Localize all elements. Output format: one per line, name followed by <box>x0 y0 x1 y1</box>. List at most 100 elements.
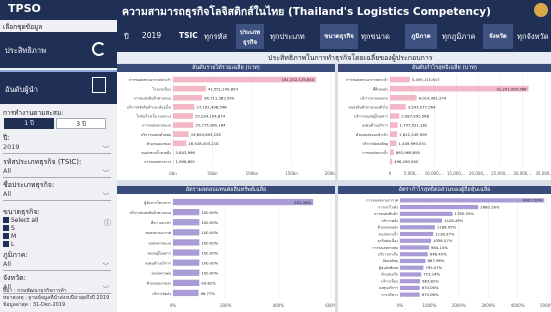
bar <box>400 245 429 250</box>
bar <box>173 149 174 156</box>
region-select-value: All <box>3 260 12 268</box>
checkbox-icon <box>3 233 9 239</box>
bar <box>390 113 400 119</box>
data-label: 27,102,498,546 <box>196 105 227 110</box>
bar <box>173 122 194 128</box>
category-label: ลงทุนด้านบริการ <box>145 261 171 267</box>
category-label: การขนส่งสินค้าทางถนน <box>134 95 172 100</box>
data-label: 99.82% <box>201 281 216 286</box>
filter-size-value: ทุกขนาด <box>361 32 390 41</box>
category-label: ที่ขา และเช่า <box>151 220 171 225</box>
axis-tick-label: 25,000,... <box>491 171 510 176</box>
category-label: จัดส่งพัสดุ <box>383 259 399 264</box>
logo[interactable]: TPSO <box>8 2 42 17</box>
info-icon[interactable]: ⓘ <box>104 218 111 228</box>
bar <box>400 279 421 284</box>
chevron-down-icon: ﹀ <box>102 145 110 153</box>
bar <box>173 229 200 236</box>
data-label: 100.00% <box>201 220 218 225</box>
data-label: 1,449,999,051 <box>398 141 426 146</box>
data-label: 946.45% <box>430 251 447 256</box>
bar <box>400 238 432 243</box>
filter-region-value: ทุกภูมิภาค <box>442 32 476 41</box>
sidebar-item-efficiency[interactable]: ประสิทธิภาพ <box>0 32 117 68</box>
business-type-select[interactable]: All ﹀ <box>3 190 111 201</box>
data-label: 19,894,693,292 <box>191 132 222 137</box>
bar <box>173 289 199 297</box>
category-label: ขนส่งสินค้าทางถนนทั่วไป <box>348 105 388 110</box>
data-label: 532.26% <box>294 200 311 205</box>
size-option-s[interactable]: S <box>3 225 15 233</box>
data-label: 4907.59% <box>523 198 543 203</box>
size-option-label: L <box>11 241 15 248</box>
data-label: 1,996,800 <box>176 159 196 164</box>
sidebar-item-leader-ranking[interactable]: อันดับผู้นำ <box>0 70 117 104</box>
data-label: 1128.97% <box>435 231 455 236</box>
axis-tick-label: 1000% <box>422 303 436 308</box>
bar <box>173 249 200 256</box>
size-option-m[interactable]: M <box>3 233 16 241</box>
filter-size-key: ขนาดธุรกิจ <box>320 24 358 49</box>
data-label: 96.77% <box>200 291 215 296</box>
axis-tick-label: 100bn <box>246 171 259 176</box>
bar <box>173 279 200 286</box>
chevron-down-icon: ﹀ <box>102 169 110 177</box>
data-label: 1785.55% <box>454 211 474 216</box>
category-label: การขนส่งทางอากาศประจำ <box>346 78 388 82</box>
bar <box>390 104 406 110</box>
category-label: ขนส่งทางทะเล <box>148 241 171 245</box>
footnote-note: หมายเหตุ : ฐานข้อมูลที่นำส่งงบปีล่าสุดถึ… <box>3 295 110 301</box>
data-label: 181,202,125,640 <box>282 77 315 82</box>
gauge-icon <box>92 42 106 56</box>
data-label: 36,711,382,549 <box>204 95 235 100</box>
bar <box>390 94 417 101</box>
data-label: 31,291,995,588 <box>496 86 527 91</box>
bar <box>400 252 428 257</box>
category-label: บริการขนส่งผู้โดยสาร <box>354 114 388 119</box>
category-label: ตัวแทนออกของ <box>147 282 172 286</box>
axis-tick-label: 600% <box>325 303 335 308</box>
app-header: TPSO ความสามารถธุรกิจโลจิสติกส์ในไทย (Th… <box>0 0 551 20</box>
year-type-1-button[interactable]: 1 ปี <box>4 118 54 129</box>
region-select[interactable]: All ﹀ <box>3 260 111 271</box>
data-label: 2660.16% <box>480 204 500 209</box>
data-label: 100.00% <box>201 261 218 266</box>
category-label: ผู้ขนส่งพิเศษ <box>379 265 399 270</box>
data-label: 2,087,992,568 <box>401 114 429 119</box>
axis-tick-label: 400% <box>273 303 285 308</box>
axis-tick-label: 5,000,... <box>404 171 421 176</box>
user-avatar-icon[interactable] <box>534 3 548 17</box>
year-select[interactable]: 2019 ﹀ <box>3 143 111 154</box>
category-label: ธุรกิจต่อเนื่อง <box>378 238 399 244</box>
data-label: 683.82% <box>422 278 439 283</box>
axis-tick-label: 5000% <box>540 303 551 308</box>
bar <box>390 131 398 137</box>
axis-tick-label: 0 <box>389 171 392 176</box>
size-option-l[interactable]: L <box>3 241 14 249</box>
bar <box>390 76 410 83</box>
category-label: การบริหาร <box>381 293 398 297</box>
panel-title: อันดับกำไรสุทธิเฉลี่ย (บาท) <box>338 64 551 72</box>
data-label: 100.00% <box>201 250 218 255</box>
data-label: 1,612,245,909 <box>399 132 427 137</box>
bar <box>400 292 420 297</box>
page-title: ความสามารถธุรกิจโลจิสติกส์ในไทย (Thailan… <box>122 6 491 18</box>
data-label: 41,551,240,854 <box>208 86 239 91</box>
data-label: 3,843,996 <box>176 150 196 155</box>
net-profit-ranking-panel: อันดับกำไรสุทธิเฉลี่ย (บาท) 0 5,000,... 10… <box>338 64 551 180</box>
axis-tick-label: 30,000,... <box>513 171 532 176</box>
chevron-down-icon: ﹀ <box>102 192 110 200</box>
net-profit-ranking-chart: 0 5,000,... 10,000,... 15,000,... 20,000,...… <box>346 75 551 176</box>
category-label: การขนส่งทางท่อ <box>372 246 398 250</box>
category-label: ขนส่งผู้โดยสาร <box>148 250 172 255</box>
data-label: 670.06% <box>422 292 439 297</box>
bar <box>390 140 397 147</box>
tsic-select[interactable]: All ﹀ <box>3 167 111 178</box>
filter-business-key: ประเภท ธุรกิจ <box>236 24 264 49</box>
size-option-select-all[interactable]: Select all <box>3 217 38 225</box>
year-type-3-button[interactable]: 3 ปี <box>56 118 106 129</box>
bar <box>400 258 426 264</box>
bar <box>390 158 393 165</box>
roa-panel: อัตราผลตอบแทนต่อสินทรัพย์เฉลี่ย 0% 200% 40… <box>117 186 335 312</box>
bar <box>400 231 434 237</box>
